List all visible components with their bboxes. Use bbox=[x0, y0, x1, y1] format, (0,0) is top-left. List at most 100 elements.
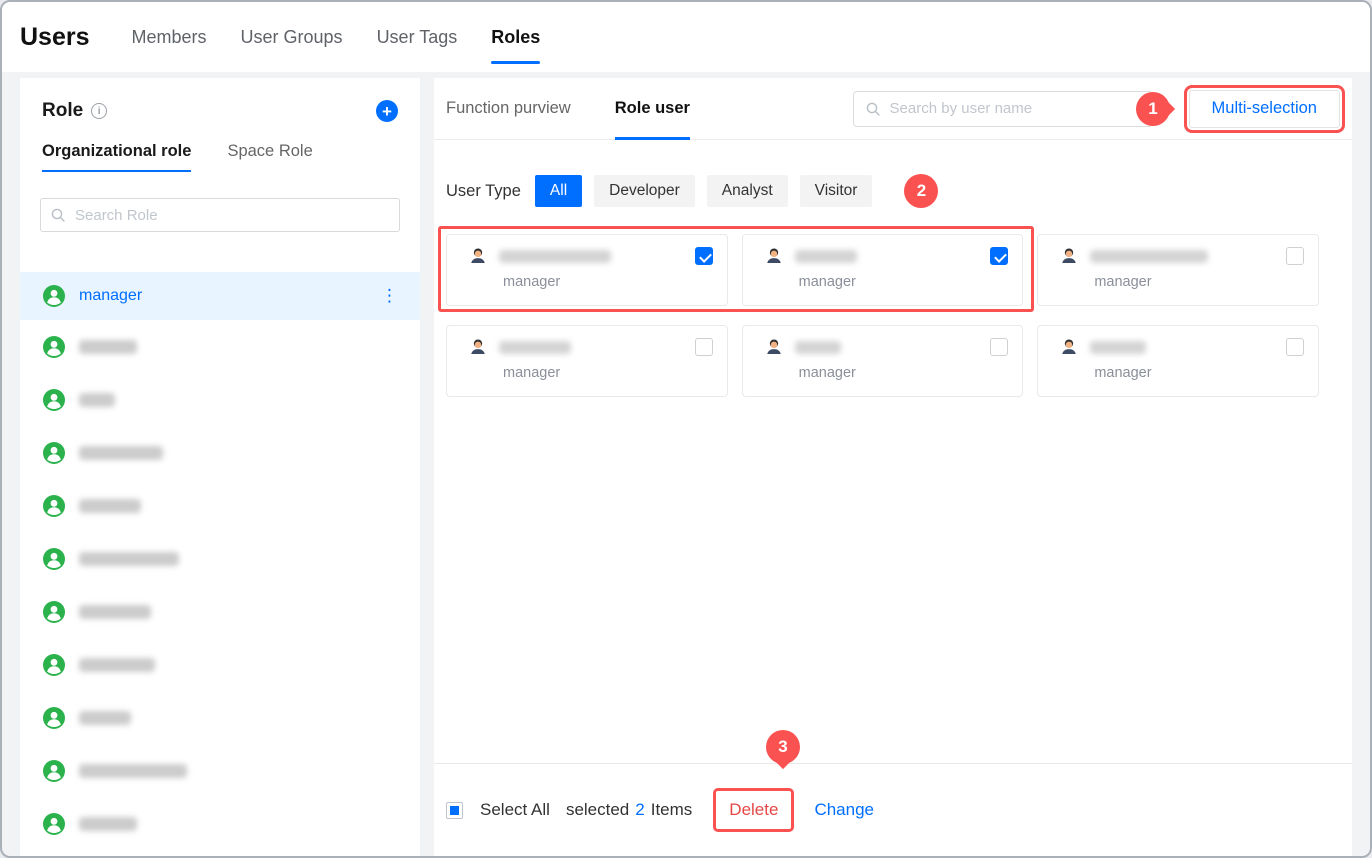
redacted-user-name bbox=[794, 249, 857, 263]
user-checkbox[interactable] bbox=[694, 247, 713, 265]
redacted-role-name bbox=[79, 392, 115, 407]
filter-visitor-button[interactable]: Visitor bbox=[799, 175, 873, 207]
role-avatar-icon bbox=[43, 547, 65, 570]
add-role-button[interactable]: + bbox=[376, 100, 398, 122]
sidebar-title: Role bbox=[42, 100, 84, 121]
user-role-label: manager bbox=[1094, 365, 1152, 381]
select-all-checkbox[interactable] bbox=[446, 801, 463, 819]
tab-roles[interactable]: Roles bbox=[491, 2, 541, 72]
users-admin-screen: Users Members User Groups User Tags Role… bbox=[0, 0, 1372, 858]
user-avatar-icon bbox=[471, 248, 485, 264]
tab-space-role[interactable]: Space Role bbox=[227, 142, 312, 172]
search-icon bbox=[866, 102, 880, 116]
user-card-header bbox=[757, 247, 1009, 265]
role-item-redacted[interactable] bbox=[20, 585, 420, 638]
redacted-role-name bbox=[79, 657, 155, 672]
annotation-step-2-badge: 2 bbox=[904, 174, 939, 208]
user-role-label: manager bbox=[503, 365, 561, 381]
role-detail-panel: Function purview Role user 1 Multi-selec… bbox=[434, 78, 1352, 856]
user-card-header bbox=[461, 247, 713, 265]
role-avatar-icon bbox=[43, 653, 65, 676]
user-role-label: manager bbox=[798, 365, 856, 381]
annotation-step-3-badge: 3 bbox=[766, 730, 800, 770]
user-checkbox[interactable] bbox=[1285, 247, 1304, 265]
user-cards-grid: manager manager manager manager manager … bbox=[446, 234, 1319, 397]
role-item-redacted[interactable] bbox=[20, 426, 420, 479]
user-card-header bbox=[757, 338, 1009, 356]
selected-count-text: selected 2 Items bbox=[566, 800, 692, 820]
user-avatar-icon bbox=[766, 248, 781, 264]
user-role-label: manager bbox=[503, 274, 561, 290]
header-tabs: Members User Groups User Tags Roles bbox=[132, 2, 541, 72]
redacted-role-name bbox=[79, 498, 141, 513]
selection-footer: Select All selected 2 Items Delete Chang… bbox=[434, 763, 1352, 856]
redacted-role-name bbox=[79, 604, 151, 619]
redacted-user-name bbox=[499, 340, 571, 354]
role-item-redacted[interactable] bbox=[20, 797, 420, 850]
tab-user-tags[interactable]: User Tags bbox=[377, 2, 458, 72]
user-avatar-icon bbox=[1062, 339, 1077, 355]
role-sidebar: Role i + Organizational role Space Role … bbox=[20, 78, 420, 856]
user-card[interactable]: manager bbox=[1037, 325, 1319, 397]
role-item-redacted[interactable] bbox=[20, 532, 420, 585]
user-checkbox[interactable] bbox=[694, 338, 713, 356]
role-search-input[interactable] bbox=[73, 205, 389, 225]
indeterminate-mark bbox=[450, 805, 459, 815]
role-item-redacted[interactable] bbox=[20, 373, 420, 426]
role-user-content: User Type All Developer Analyst Visitor … bbox=[434, 174, 1352, 397]
user-checkbox[interactable] bbox=[990, 247, 1009, 265]
redacted-role-name bbox=[79, 339, 137, 354]
role-list: manager ⋮ bbox=[20, 272, 420, 850]
role-avatar-icon bbox=[43, 388, 65, 411]
selected-prefix: selected bbox=[565, 800, 630, 819]
role-more-menu-icon[interactable]: ⋮ bbox=[381, 286, 398, 306]
user-role-label: manager bbox=[798, 274, 856, 290]
user-card[interactable]: manager bbox=[1037, 234, 1319, 306]
sidebar-tabs: Organizational role Space Role bbox=[20, 142, 420, 172]
redacted-role-name bbox=[79, 551, 179, 566]
selected-count: 2 bbox=[635, 800, 645, 819]
tab-organizational-role[interactable]: Organizational role bbox=[42, 142, 192, 172]
user-card-header bbox=[461, 338, 713, 356]
filter-analyst-button[interactable]: Analyst bbox=[706, 175, 788, 207]
user-card[interactable]: manager bbox=[741, 234, 1024, 306]
role-item-redacted[interactable] bbox=[20, 691, 420, 744]
search-icon bbox=[51, 208, 65, 222]
role-avatar-icon bbox=[43, 706, 65, 729]
user-checkbox[interactable] bbox=[1285, 338, 1304, 356]
user-avatar-icon bbox=[471, 339, 485, 355]
role-item-redacted[interactable] bbox=[20, 638, 420, 691]
filter-all-button[interactable]: All bbox=[534, 175, 583, 207]
role-item-redacted[interactable] bbox=[20, 744, 420, 797]
tab-role-user[interactable]: Role user bbox=[614, 78, 691, 140]
tab-members[interactable]: Members bbox=[132, 2, 207, 72]
tab-function-purview[interactable]: Function purview bbox=[446, 78, 571, 140]
user-checkbox[interactable] bbox=[990, 338, 1009, 356]
role-avatar-icon bbox=[43, 335, 65, 358]
role-avatar-icon bbox=[43, 812, 65, 835]
annotation-step-1-badge: 1 bbox=[1136, 92, 1176, 126]
filter-developer-button[interactable]: Developer bbox=[594, 175, 695, 207]
badge-tail bbox=[1160, 101, 1176, 117]
main-tabbar: Function purview Role user 1 Multi-selec… bbox=[434, 78, 1352, 140]
user-card[interactable]: manager bbox=[446, 234, 728, 306]
user-card-header bbox=[1052, 338, 1304, 356]
user-search-input[interactable] bbox=[887, 99, 1140, 118]
multi-selection-button[interactable]: Multi-selection bbox=[1183, 84, 1346, 133]
role-avatar-icon bbox=[43, 285, 65, 307]
role-avatar-icon bbox=[43, 600, 65, 623]
role-item-manager[interactable]: manager ⋮ bbox=[20, 272, 420, 320]
change-button[interactable]: Change bbox=[814, 800, 874, 820]
tab-user-groups[interactable]: User Groups bbox=[241, 2, 343, 72]
user-card-header bbox=[1052, 247, 1304, 265]
role-item-redacted[interactable] bbox=[20, 479, 420, 532]
top-header: Users Members User Groups User Tags Role… bbox=[2, 2, 1370, 72]
role-avatar-icon bbox=[43, 494, 65, 517]
delete-button[interactable]: Delete bbox=[729, 800, 778, 819]
user-role-label: manager bbox=[1094, 274, 1152, 290]
user-search-box bbox=[852, 90, 1153, 127]
redacted-role-name bbox=[79, 445, 163, 460]
role-item-redacted[interactable] bbox=[20, 320, 420, 373]
user-card[interactable]: manager bbox=[741, 325, 1024, 397]
user-card[interactable]: manager bbox=[446, 325, 728, 397]
